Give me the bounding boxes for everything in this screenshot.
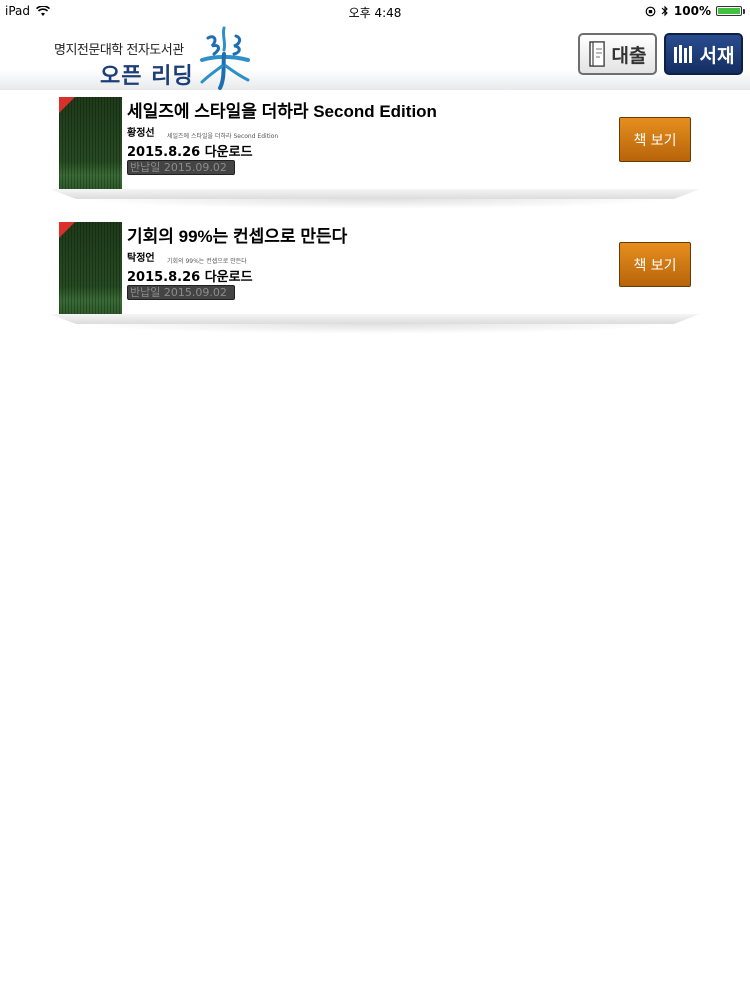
book-author: 황정선: [127, 128, 155, 139]
app-header: 명지전문대학 전자도서관 오픈 리딩 대출 서재: [0, 22, 750, 90]
shelf-divider: [50, 189, 700, 199]
logo-title: 오픈 리딩: [100, 64, 194, 89]
book-title: 기회의 99%는 컨셉으로 만든다: [127, 227, 348, 246]
battery-percent: 100%: [673, 4, 711, 18]
new-ribbon-icon: [59, 222, 75, 238]
book-item: 세일즈에 스타일을 더하라 Second Edition 황정선 세일즈에 스타…: [50, 91, 700, 211]
shelf-divider: [50, 314, 700, 324]
battery-icon: [716, 6, 745, 16]
orientation-lock-icon: [645, 6, 656, 16]
logo-subtitle: 명지전문대학 전자도서관: [54, 43, 184, 58]
return-date-badge: 반납일 2015.09.02: [127, 285, 235, 300]
shelf-shadow: [75, 199, 675, 209]
loan-button-label: 대출: [611, 44, 647, 67]
new-ribbon-icon: [59, 97, 75, 113]
view-book-button[interactable]: 책 보기: [619, 117, 691, 162]
book-cover[interactable]: [59, 222, 122, 314]
loan-button[interactable]: 대출: [578, 33, 657, 75]
shelf-shadow: [75, 324, 675, 334]
download-date: 2015.8.26 다운로드: [127, 270, 253, 285]
bookshelf-icon: [673, 45, 692, 63]
shelf-button-label: 서재: [699, 44, 735, 67]
book-item: 기회의 99%는 컨셉으로 만든다 탁정언 기회의 99%는 컨셉으로 만든다 …: [50, 216, 700, 336]
view-book-button[interactable]: 책 보기: [619, 242, 691, 287]
book-subtitle: 기회의 99%는 컨셉으로 만든다: [167, 258, 247, 265]
download-date: 2015.8.26 다운로드: [127, 145, 253, 160]
status-bar: iPad 오후 4:48 100%: [0, 0, 750, 22]
book-return-icon: [588, 41, 605, 67]
book-author: 탁정언: [127, 253, 155, 264]
logo-calligraphy-icon: [200, 26, 250, 90]
book-subtitle: 세일즈에 스타일을 더하라 Second Edition: [167, 133, 279, 140]
clock: 오후 4:48: [348, 6, 402, 20]
bluetooth-icon: [661, 5, 668, 17]
return-date-badge: 반납일 2015.09.02: [127, 160, 235, 175]
book-cover[interactable]: [59, 97, 122, 189]
shelf-button[interactable]: 서재: [664, 33, 743, 75]
book-title: 세일즈에 스타일을 더하라 Second Edition: [127, 102, 437, 121]
